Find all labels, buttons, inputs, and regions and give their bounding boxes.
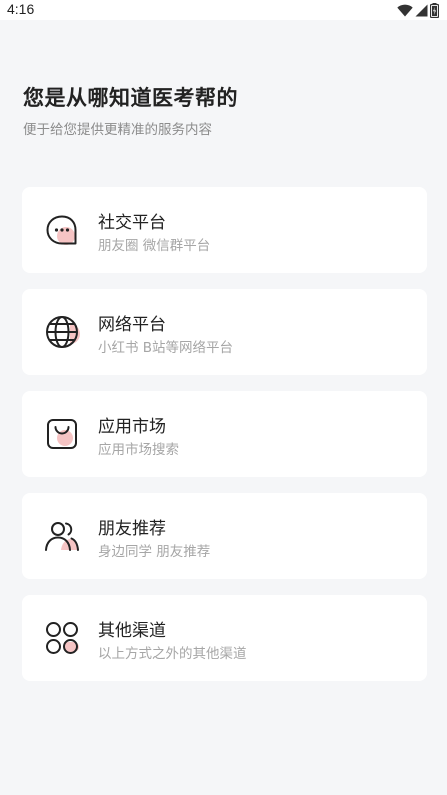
signal-icon [415,4,428,17]
option-title: 社交平台 [98,213,166,233]
globe-icon [44,314,80,350]
status-icons [397,2,439,18]
option-title: 应用市场 [98,417,166,437]
option-friend-referral[interactable]: 朋友推荐 身边同学 朋友推荐 [22,493,427,579]
grid-icon [44,620,80,656]
option-title: 其他渠道 [98,621,166,641]
option-network-platform[interactable]: 网络平台 小红书 B站等网络平台 [22,289,427,375]
option-description: 朋友圈 微信群平台 [98,238,211,254]
status-bar: 4:16 [0,0,447,20]
option-description: 小红书 B站等网络平台 [98,340,234,356]
option-description: 以上方式之外的其他渠道 [98,646,247,662]
page-subtitle: 便于给您提供更精准的服务内容 [23,122,212,138]
option-description: 应用市场搜索 [98,442,179,458]
option-title: 网络平台 [98,315,166,335]
option-title: 朋友推荐 [98,519,166,539]
status-time: 4:16 [7,1,35,17]
option-app-market[interactable]: 应用市场 应用市场搜索 [22,391,427,477]
users-icon [44,518,80,554]
battery-icon [430,2,439,18]
shopping-bag-icon [44,416,80,452]
wifi-icon [397,4,413,17]
option-other-channels[interactable]: 其他渠道 以上方式之外的其他渠道 [22,595,427,681]
page-title: 您是从哪知道医考帮的 [23,86,238,110]
chat-bubble-icon [44,212,80,248]
option-social-platform[interactable]: 社交平台 朋友圈 微信群平台 [22,187,427,273]
option-description: 身边同学 朋友推荐 [98,544,211,560]
